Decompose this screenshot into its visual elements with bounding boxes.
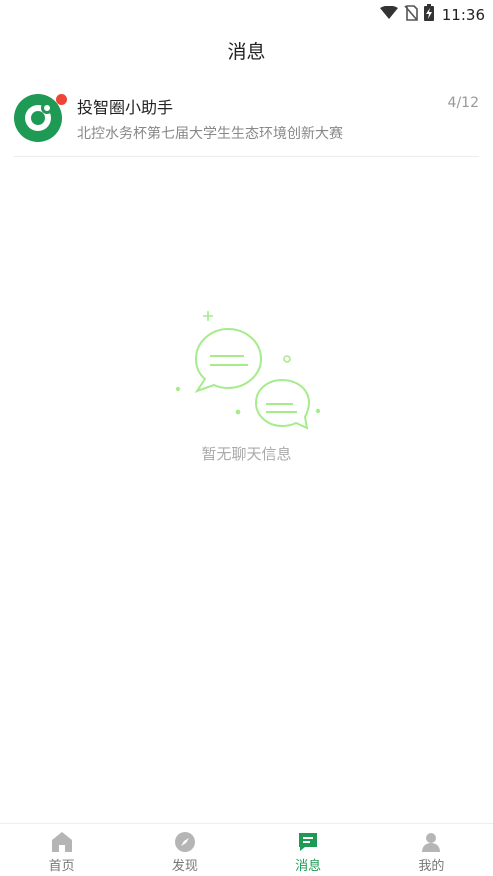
nav-label-home: 首页 (48, 859, 75, 874)
home-icon (51, 831, 73, 853)
empty-state-text: 暂无聊天信息 (201, 445, 292, 463)
status-time: 11:36 (441, 5, 485, 24)
status-bar: 11:36 (0, 0, 493, 28)
chat-bubbles-icon (172, 305, 324, 434)
user-icon (420, 831, 442, 853)
conversation-preview: 北控水务杯第七届大学生生态环境创新大赛 (77, 126, 343, 142)
nav-item-profile[interactable]: 我的 (370, 824, 493, 876)
bottom-nav: 首页 发现 消息 我的 (0, 823, 493, 876)
app-header: 消息 (0, 28, 493, 72)
page-title: 消息 (227, 40, 266, 63)
compass-icon (174, 831, 196, 853)
nav-label-profile: 我的 (418, 859, 445, 874)
nav-label-messages: 消息 (295, 859, 322, 874)
unread-dot (56, 94, 67, 105)
row-divider (14, 156, 479, 157)
conversation-item[interactable]: 投智圈小助手 4/12 北控水务杯第七届大学生生态环境创新大赛 (0, 84, 493, 156)
battery-charging-icon (423, 4, 434, 25)
no-sim-icon (404, 4, 418, 25)
logo-avatar-icon (14, 94, 62, 146)
conversation-date: 4/12 (447, 95, 479, 111)
message-icon (297, 831, 319, 853)
wifi-icon (379, 5, 398, 24)
conversation-name: 投智圈小助手 (77, 98, 174, 117)
status-icons: 11:36 (379, 4, 485, 25)
avatar[interactable] (14, 94, 67, 142)
nav-item-discover[interactable]: 发现 (123, 824, 246, 876)
nav-label-discover: 发现 (171, 859, 198, 874)
nav-item-messages[interactable]: 消息 (247, 824, 370, 876)
nav-item-home[interactable]: 首页 (0, 824, 123, 876)
